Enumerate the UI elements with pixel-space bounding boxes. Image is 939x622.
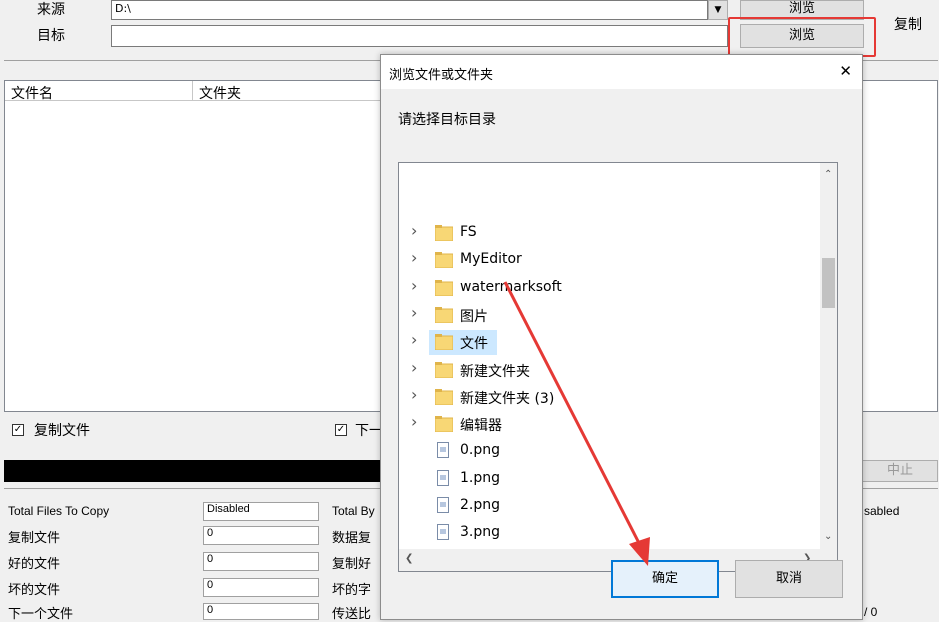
annotation-arrow (503, 281, 650, 566)
